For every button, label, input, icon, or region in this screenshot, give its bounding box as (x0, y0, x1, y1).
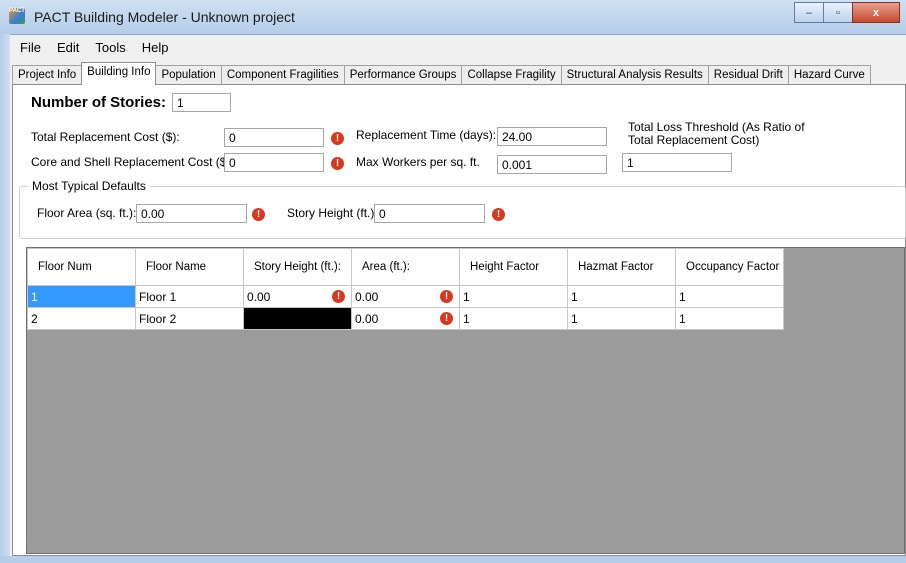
max-workers-input[interactable]: 0.001 (497, 155, 607, 174)
minimize-button[interactable]: – (794, 2, 824, 23)
table-row[interactable]: 1 Floor 1 0.00! 0.00! 1 1 1 (27, 285, 784, 308)
column-header-story-height[interactable]: Story Height (ft.): (243, 248, 352, 286)
tab-collapse-fragility[interactable]: Collapse Fragility (461, 65, 562, 85)
story-height-cell[interactable] (243, 307, 352, 330)
menu-help[interactable]: Help (134, 38, 177, 58)
error-icon: ! (492, 208, 505, 221)
loss-threshold-label: Total Loss Threshold (As Ratio of Total … (628, 121, 805, 147)
tab-component-fragilities[interactable]: Component Fragilities (220, 65, 345, 85)
tab-population[interactable]: Population (155, 65, 222, 85)
number-of-stories-input[interactable]: 1 (172, 93, 231, 112)
window-controls: – ▫ x (794, 2, 900, 23)
title-bar: PACT PACT Building Modeler - Unknown pro… (0, 0, 906, 35)
tab-strip: Project Info Building Info Population Co… (12, 62, 871, 85)
loss-threshold-input[interactable]: 1 (622, 153, 732, 172)
loss-threshold-label-line-2: Total Replacement Cost) (628, 133, 760, 147)
tab-project-info[interactable]: Project Info (12, 65, 83, 85)
menu-edit[interactable]: Edit (49, 38, 87, 58)
hazmat-factor-cell[interactable]: 1 (567, 285, 676, 308)
story-height-cell[interactable]: 0.00! (243, 285, 352, 308)
app-window: PACT PACT Building Modeler - Unknown pro… (0, 0, 906, 563)
tab-hazard-curve[interactable]: Hazard Curve (787, 65, 871, 85)
area-cell[interactable]: 0.00! (351, 285, 460, 308)
tab-performance-groups[interactable]: Performance Groups (343, 65, 463, 85)
window-frame-left (0, 34, 10, 563)
close-icon: x (872, 6, 880, 19)
occupancy-factor-cell[interactable]: 1 (675, 285, 784, 308)
total-replacement-cost-input[interactable]: 0 (224, 128, 324, 147)
error-icon: ! (332, 290, 345, 303)
floor-num-cell[interactable]: 2 (27, 307, 136, 330)
tab-residual-drift[interactable]: Residual Drift (707, 65, 789, 85)
error-icon: ! (440, 290, 453, 303)
window-frame-bottom (0, 556, 906, 563)
floor-num-cell[interactable]: 1 (27, 285, 136, 308)
column-header-floor-num[interactable]: Floor Num (27, 248, 136, 286)
window-title: PACT Building Modeler - Unknown project (34, 9, 295, 25)
floors-data-grid: Floor Num Floor Name Story Height (ft.):… (26, 247, 905, 554)
height-factor-cell[interactable]: 1 (459, 307, 568, 330)
column-header-area[interactable]: Area (ft.): (351, 248, 460, 286)
loss-threshold-label-line-1: Total Loss Threshold (As Ratio of (628, 120, 805, 134)
typical-defaults-title: Most Typical Defaults (28, 179, 150, 193)
max-workers-label: Max Workers per sq. ft. (356, 155, 480, 169)
height-factor-cell[interactable]: 1 (459, 285, 568, 308)
core-shell-replacement-cost-label: Core and Shell Replacement Cost ($): (31, 155, 234, 169)
pact-app-icon: PACT (9, 8, 25, 24)
number-of-stories-label: Number of Stories: (31, 94, 167, 111)
area-cell[interactable]: 0.00! (351, 307, 460, 330)
story-height-label: Story Height (ft.): (287, 206, 378, 220)
maximize-button[interactable]: ▫ (823, 2, 853, 23)
error-icon: ! (331, 132, 344, 145)
core-shell-replacement-cost-input[interactable]: 0 (224, 153, 324, 172)
total-replacement-cost-label: Total Replacement Cost ($): (31, 130, 180, 144)
floor-area-label: Floor Area (sq. ft.): (37, 206, 137, 220)
error-icon: ! (252, 208, 265, 221)
story-height-value: 0.00 (247, 289, 271, 304)
hazmat-factor-cell[interactable]: 1 (567, 307, 676, 330)
column-header-occupancy-factor[interactable]: Occupancy Factor (675, 248, 784, 286)
error-icon: ! (440, 312, 453, 325)
floor-name-cell[interactable]: Floor 2 (135, 307, 244, 330)
area-value: 0.00 (355, 311, 379, 326)
column-header-height-factor[interactable]: Height Factor (459, 248, 568, 286)
floor-name-cell[interactable]: Floor 1 (135, 285, 244, 308)
table-header-row: Floor Num Floor Name Story Height (ft.):… (27, 248, 784, 286)
replacement-time-input[interactable]: 24.00 (497, 127, 607, 146)
replacement-time-label: Replacement Time (days): (356, 128, 497, 142)
menu-file[interactable]: File (12, 38, 49, 58)
close-button[interactable]: x (852, 2, 900, 23)
tab-structural-analysis-results[interactable]: Structural Analysis Results (560, 65, 709, 85)
maximize-icon: ▫ (836, 6, 840, 19)
occupancy-factor-cell[interactable]: 1 (675, 307, 784, 330)
minimize-icon: – (805, 6, 813, 19)
floor-area-input[interactable]: 0.00 (136, 204, 247, 223)
menu-tools[interactable]: Tools (87, 38, 133, 58)
area-value: 0.00 (355, 289, 379, 304)
menu-bar: File Edit Tools Help (12, 38, 176, 58)
column-header-hazmat-factor[interactable]: Hazmat Factor (567, 248, 676, 286)
column-header-floor-name[interactable]: Floor Name (135, 248, 244, 286)
error-icon: ! (331, 157, 344, 170)
floors-table: Floor Num Floor Name Story Height (ft.):… (27, 248, 784, 330)
story-height-input[interactable]: 0 (374, 204, 485, 223)
table-row[interactable]: 2 Floor 2 0.00! 1 1 1 (27, 307, 784, 330)
tab-building-info[interactable]: Building Info (81, 62, 157, 85)
